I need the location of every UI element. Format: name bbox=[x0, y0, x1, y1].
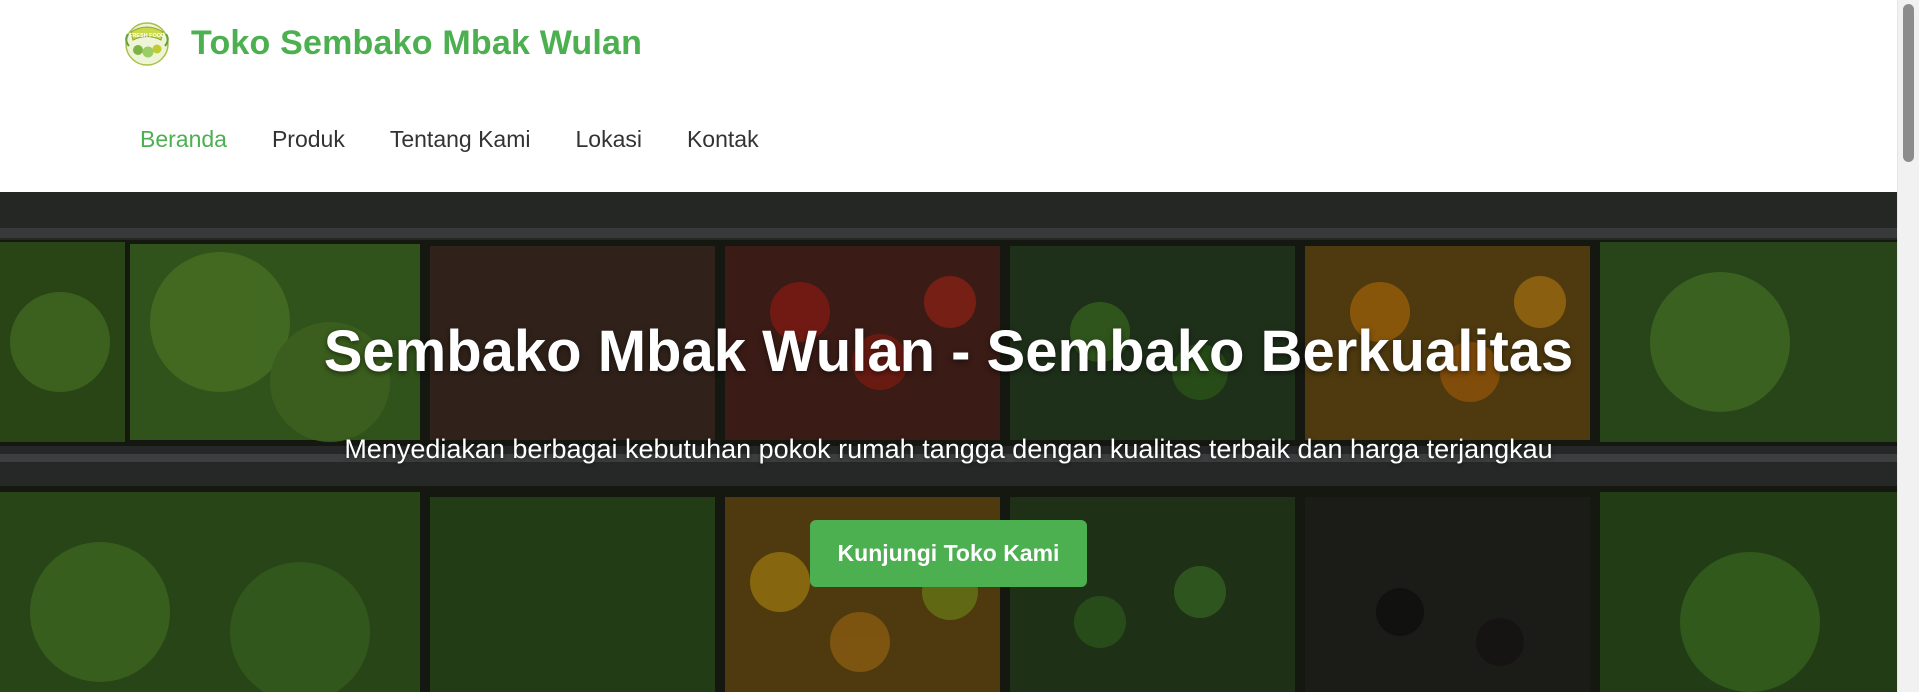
nav-item-beranda[interactable]: Beranda bbox=[140, 126, 227, 153]
site-header: FRESH FOOD Toko Sembako Mbak Wulan Beran… bbox=[0, 0, 1897, 192]
nav-item-produk[interactable]: Produk bbox=[272, 126, 345, 153]
page: FRESH FOOD Toko Sembako Mbak Wulan Beran… bbox=[0, 0, 1897, 692]
hero-section: Sembako Mbak Wulan - Sembako Berkualitas… bbox=[0, 192, 1897, 692]
page-scrollbar[interactable] bbox=[1897, 0, 1919, 692]
hero-subtitle: Menyediakan berbagai kebutuhan pokok rum… bbox=[344, 434, 1553, 464]
nav-item-lokasi[interactable]: Lokasi bbox=[575, 126, 641, 153]
hero-title: Sembako Mbak Wulan - Sembako Berkualitas bbox=[323, 319, 1574, 384]
hero-content: Sembako Mbak Wulan - Sembako Berkualitas… bbox=[0, 192, 1897, 692]
logo-text: FRESH FOOD bbox=[129, 33, 165, 39]
nav-item-kontak[interactable]: Kontak bbox=[687, 126, 759, 153]
nav-item-tentang-kami[interactable]: Tentang Kami bbox=[390, 126, 531, 153]
scrollbar-thumb[interactable] bbox=[1903, 4, 1914, 162]
main-nav: Beranda Produk Tentang Kami Lokasi Konta… bbox=[140, 126, 804, 153]
fresh-vegetable-logo-icon: FRESH FOOD bbox=[125, 22, 169, 66]
brand-name[interactable]: Toko Sembako Mbak Wulan bbox=[191, 24, 642, 63]
visit-store-button[interactable]: Kunjungi Toko Kami bbox=[810, 520, 1087, 587]
brand[interactable]: FRESH FOOD Toko Sembako Mbak Wulan bbox=[121, 18, 642, 68]
